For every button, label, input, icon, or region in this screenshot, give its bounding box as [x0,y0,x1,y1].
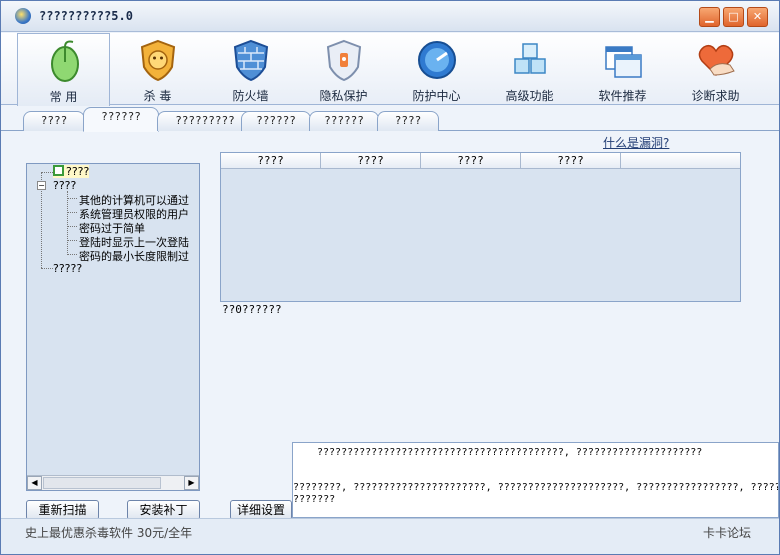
toolbar-item-antivirus[interactable]: 杀 毒 [111,33,204,105]
status-bar: 史上最优惠杀毒软件 30元/全年 卡卡论坛 [1,518,779,554]
tree-connector [67,240,77,241]
toolbar-label: 杀 毒 [143,89,172,103]
horizontal-scrollbar[interactable]: ◀ ▶ [27,475,199,490]
collapse-icon[interactable]: − [37,181,46,190]
scan-tree[interactable]: ???? − ???? 其他的计算机可以通过 系统管理员权限的用户 密码过于简单… [26,163,200,491]
toolbar-label: 软件推荐 [598,89,647,103]
title-bar[interactable]: ??????????5.0 ▁ □ ✕ [1,1,779,32]
scroll-left-icon[interactable]: ◀ [27,476,42,490]
lion-shield-icon [140,39,176,81]
app-logo-icon [15,8,31,24]
forum-link[interactable]: 卡卡论坛 [703,524,751,541]
vulnerability-count-text: ??0?????? [222,303,282,316]
tree-connector [67,191,68,255]
minimize-button[interactable]: ▁ [699,7,720,27]
tree-connector [41,172,53,173]
toolbar-label: 诊断求助 [691,89,740,103]
detail-settings-button[interactable]: 详细设置 [230,500,292,520]
description-line: ??????? [293,494,336,505]
toolbar-label: 防护中心 [412,89,461,103]
close-button[interactable]: ✕ [747,7,768,27]
toolbar-item-privacy[interactable]: 隐私保护 [297,33,390,105]
toolbar-label: 防火墙 [232,89,269,103]
toolbar-item-common[interactable]: 常 用 [17,33,110,106]
app-window: ??????????5.0 ▁ □ ✕ 常 用 杀 毒 防火墙 隐私保护 防护中… [0,0,780,555]
protection-center-icon [418,41,456,79]
tab-6[interactable]: ???? [377,111,439,131]
install-patch-button[interactable]: 安装补丁 [127,500,200,520]
description-line: ????????, ??????????????????????, ??????… [293,482,779,493]
cubes-icon [514,43,546,74]
tab-3[interactable]: ????????? [157,111,253,131]
scroll-right-icon[interactable]: ▶ [184,476,199,490]
scroll-thumb[interactable] [43,477,161,489]
tree-connector [67,254,77,255]
promo-text: 史上最优惠杀毒软件 30元/全年 [25,526,193,540]
toolbar-label: 隐私保护 [319,89,368,103]
maximize-button[interactable]: □ [723,7,744,27]
column-header[interactable]: ???? [521,153,621,169]
toolbar-item-advanced[interactable]: 高级功能 [483,33,576,105]
list-header: ???? ???? ???? ???? [221,153,740,169]
tree-connector [41,268,53,269]
toolbar-label: 高级功能 [505,89,554,103]
tab-4[interactable]: ?????? [241,111,311,131]
tree-item[interactable]: 密码的最小长度限制过 [79,248,189,264]
vulnerability-list[interactable]: ???? ???? ???? ???? [220,152,741,302]
toolbar-item-protection-center[interactable]: 防护中心 [390,33,483,105]
tab-5[interactable]: ?????? [309,111,379,131]
description-line: ????????????????????????????????????????… [317,447,703,458]
main-toolbar: 常 用 杀 毒 防火墙 隐私保护 防护中心 高级功能 软件推荐 诊断求助 [1,33,779,106]
tab-1[interactable]: ???? [23,111,85,131]
privacy-shield-icon [326,39,362,81]
what-is-vulnerability-link[interactable]: 什么是漏洞? [603,134,669,151]
tree-connector [67,212,77,213]
mouse-icon [51,40,79,82]
tree-connector [67,226,77,227]
heart-hand-icon [698,44,735,77]
toolbar-label: 常 用 [49,90,78,104]
column-header[interactable]: ???? [221,153,321,169]
toolbar-item-firewall[interactable]: 防火墙 [204,33,297,105]
tree-root[interactable]: ???? [53,165,90,178]
window-title: ??????????5.0 [39,9,133,23]
tree-group[interactable]: ???? [53,179,76,192]
tab-vulnerability-scan[interactable]: ?????? [83,107,159,132]
column-header[interactable]: ???? [321,153,421,169]
description-panel: ????????????????????????????????????????… [292,442,779,518]
tree-item-last[interactable]: ????? [53,262,82,275]
toolbar-item-help[interactable]: 诊断求助 [669,33,762,105]
check-box-icon[interactable] [53,165,64,176]
firewall-shield-icon [233,39,269,81]
tree-connector [67,198,77,199]
windows-icon [605,46,642,78]
rescan-button[interactable]: 重新扫描 [26,500,99,520]
tree-root-label: ???? [66,165,90,178]
column-header[interactable]: ???? [421,153,521,169]
toolbar-item-software[interactable]: 软件推荐 [576,33,669,105]
tab-strip: ???? ?????? ????????? ?????? ?????? ???? [1,105,779,132]
